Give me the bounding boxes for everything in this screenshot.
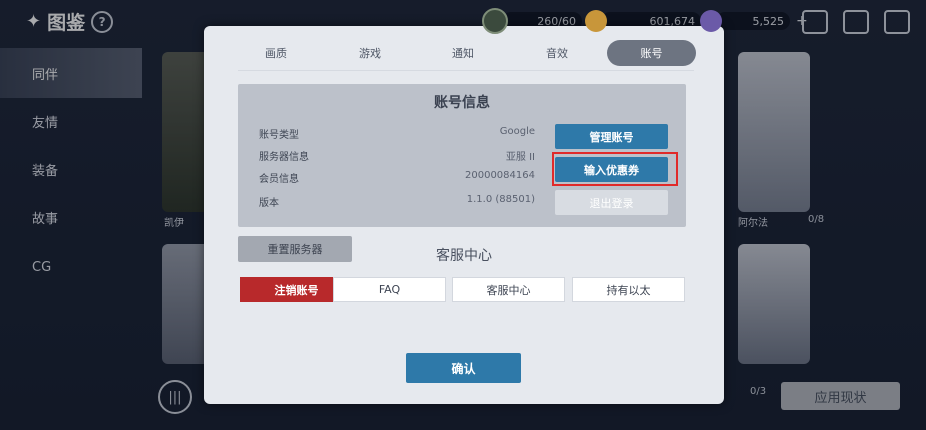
server-info-value: 亚服 II <box>505 152 535 163</box>
account-type-label: 账号类型 <box>259 130 299 141</box>
settings-modal: 画质 游戏 通知 音效 账号 账号信息 账号类型 Google 服务器信息 亚服… <box>204 26 724 404</box>
reset-server-button[interactable]: 重置服务器 <box>238 236 352 262</box>
version-value: 1.1.0 (88501) <box>466 194 535 205</box>
owned-ether-button[interactable]: 持有以太 <box>572 277 685 302</box>
faq-button[interactable]: FAQ <box>333 277 446 302</box>
server-info-label: 服务器信息 <box>259 152 309 163</box>
tab-sound[interactable]: 音效 <box>530 40 584 66</box>
tab-account[interactable]: 账号 <box>607 40 696 66</box>
customer-service-title: 客服中心 <box>436 248 492 264</box>
settings-tabs: 画质 游戏 通知 音效 账号 <box>204 40 724 68</box>
manage-account-button[interactable]: 管理账号 <box>555 124 668 149</box>
member-info-label: 会员信息 <box>259 174 299 185</box>
tab-divider <box>238 70 694 71</box>
coin-icon <box>585 10 607 32</box>
tab-notice[interactable]: 通知 <box>436 40 490 66</box>
member-info-value: 20000084164 <box>465 170 535 181</box>
coupon-highlight-box <box>552 152 678 186</box>
account-info-title: 账号信息 <box>434 95 490 111</box>
tab-graphics[interactable]: 画质 <box>249 40 303 66</box>
tab-game[interactable]: 游戏 <box>343 40 397 66</box>
account-type-value: Google <box>499 126 535 137</box>
customer-service-button[interactable]: 客服中心 <box>452 277 565 302</box>
stamina-icon <box>482 8 508 34</box>
logout-button[interactable]: 退出登录 <box>555 190 668 215</box>
gem-icon <box>700 10 722 32</box>
confirm-button[interactable]: 确认 <box>406 353 521 383</box>
version-label: 版本 <box>259 198 279 209</box>
